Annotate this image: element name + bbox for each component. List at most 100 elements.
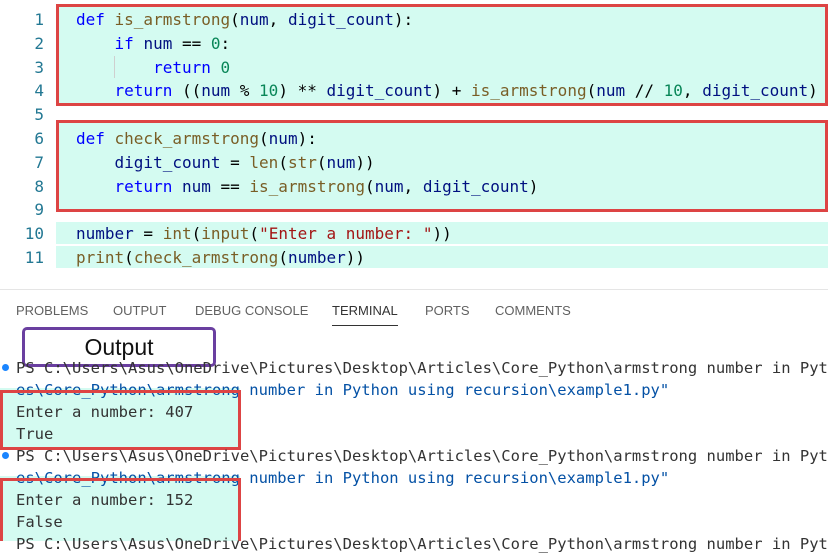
code-token: digit_count	[702, 81, 809, 101]
code-token: ) **	[278, 81, 327, 101]
code-token: digit_count	[76, 152, 221, 172]
terminal-command-line: PS C:\Users\Asus\OneDrive\Pictures\Deskt…	[16, 447, 828, 465]
code-line[interactable]: 9	[0, 198, 828, 222]
line-number: 9	[34, 200, 44, 220]
code-token: (	[191, 224, 202, 244]
code-token: 0	[210, 33, 221, 53]
code-token: ,	[682, 81, 703, 101]
code-token: return	[76, 57, 221, 77]
code-token: is_armstrong	[249, 176, 365, 196]
result-box-2	[0, 478, 241, 541]
code-text: return num == is_armstrong(num, digit_co…	[76, 175, 539, 199]
code-token: print	[76, 248, 125, 267]
code-token: :	[220, 33, 231, 53]
code-token: ))	[345, 248, 366, 267]
code-token: int	[162, 224, 192, 244]
line-number: 7	[34, 152, 44, 172]
code-token: num	[181, 176, 211, 196]
code-line[interactable]: 4 return ((num % 10) ** digit_count) + i…	[0, 79, 828, 103]
code-token: =	[133, 224, 163, 244]
code-line[interactable]: 3 return 0	[0, 56, 828, 80]
code-token: number	[76, 224, 134, 244]
code-token: 0	[220, 57, 231, 77]
tab-comments[interactable]: COMMENTS	[495, 303, 571, 318]
tab-terminal[interactable]: TERMINAL	[332, 303, 398, 326]
code-line[interactable]: 11 print(check_armstrong(number))	[0, 246, 828, 270]
code-token: (	[249, 224, 260, 244]
terminal-command-line: PS C:\Users\Asus\OneDrive\Pictures\Deskt…	[16, 359, 828, 377]
code-token: def	[76, 129, 115, 148]
terminal-status-dot	[2, 364, 9, 371]
line-number: 10	[24, 224, 44, 244]
code-text: return 0	[76, 56, 230, 80]
code-text: def is_armstrong(num, digit_count):	[76, 8, 413, 32]
code-token: ==	[172, 33, 211, 53]
line-number: 5	[34, 105, 44, 125]
code-token: (	[124, 248, 134, 267]
code-editor[interactable]: 1 def is_armstrong(num, digit_count): 2 if…	[0, 0, 828, 290]
code-token: (	[278, 152, 288, 172]
code-text: number = int(input("Enter a number: "))	[76, 222, 452, 246]
code-token: str	[287, 152, 317, 172]
code-token: 10	[259, 81, 279, 101]
code-token: number	[287, 248, 346, 267]
code-token: ==	[210, 176, 250, 196]
code-token: ):	[297, 129, 317, 148]
tab-problems[interactable]: PROBLEMS	[16, 303, 88, 318]
code-token: num	[268, 129, 298, 148]
code-token: def	[76, 10, 115, 29]
code-line[interactable]: 5	[0, 103, 828, 127]
code-token: ):	[393, 10, 414, 29]
code-line[interactable]: 2 if num == 0:	[0, 32, 828, 56]
code-token: ((	[181, 81, 202, 101]
line-number: 1	[34, 10, 44, 29]
tab-ports[interactable]: PORTS	[425, 303, 470, 318]
code-token: =	[220, 152, 250, 172]
code-line[interactable]: 6 def check_armstrong(num):	[0, 127, 828, 151]
code-token: input	[201, 224, 250, 244]
code-token: (	[278, 248, 288, 267]
code-token: num	[326, 152, 356, 172]
line-number: 6	[34, 129, 44, 148]
code-token: digit_count	[326, 81, 433, 101]
line-number: 11	[24, 248, 44, 267]
code-token: digit_count	[422, 176, 529, 196]
code-text: def check_armstrong(num):	[76, 127, 317, 151]
code-token: return	[76, 176, 182, 196]
code-token: num	[374, 176, 404, 196]
code-token: (	[230, 10, 240, 29]
line-number: 4	[34, 81, 44, 101]
code-token: ))	[432, 224, 452, 244]
code-token: 10	[663, 81, 683, 101]
code-token: ,	[403, 176, 423, 196]
code-token: (	[259, 129, 269, 148]
code-text: print(check_armstrong(number))	[76, 246, 365, 270]
code-token: (	[365, 176, 375, 196]
code-token: (	[316, 152, 327, 172]
code-token: if	[76, 33, 144, 53]
code-token: check_armstrong	[114, 129, 260, 148]
code-token: is_armstrong	[114, 10, 231, 29]
code-token: len	[249, 152, 279, 172]
line-number: 3	[34, 57, 44, 77]
code-token: ))	[355, 152, 375, 172]
code-line[interactable]: 7 digit_count = len(str(num))	[0, 151, 828, 175]
code-token: is_armstrong	[470, 81, 587, 101]
code-token: ) +	[432, 81, 471, 101]
code-text: if num == 0:	[76, 32, 231, 56]
code-token: //	[625, 81, 664, 101]
code-token: ,	[268, 10, 288, 29]
line-number: 8	[34, 176, 44, 196]
code-token: "Enter a number: "	[259, 224, 433, 244]
terminal-command-line: PS C:\Users\Asus\OneDrive\Pictures\Deskt…	[16, 535, 828, 553]
code-token: return	[76, 81, 182, 101]
terminal-status-dot	[2, 452, 9, 459]
tab-output[interactable]: OUTPUT	[113, 303, 166, 318]
code-line[interactable]: 1 def is_armstrong(num, digit_count):	[0, 8, 828, 32]
code-line[interactable]: 10 number = int(input("Enter a number: ")…	[0, 222, 828, 246]
tab-debug-console[interactable]: DEBUG CONSOLE	[195, 303, 308, 318]
code-line[interactable]: 8 return num == is_armstrong(num, digit_…	[0, 175, 828, 199]
code-token: check_armstrong	[133, 248, 279, 267]
code-token: num	[201, 81, 231, 101]
code-token: num	[239, 10, 269, 29]
